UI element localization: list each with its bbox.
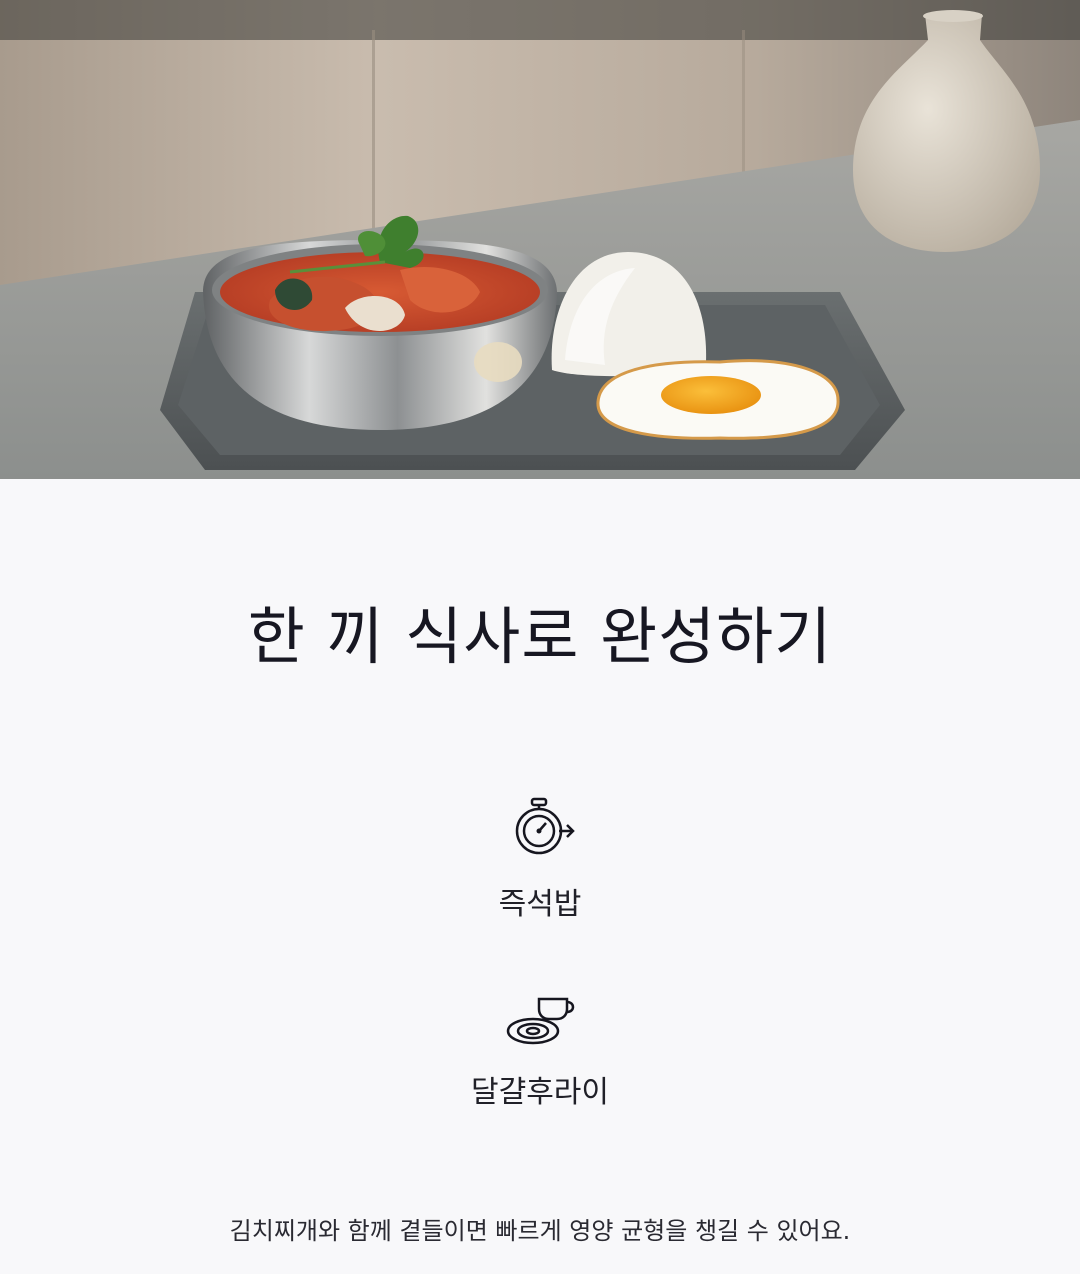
feature-fried-egg: 달걀후라이 [0,985,1080,1111]
page-title: 한 끼 식사로 완성하기 [247,600,833,673]
feature-label: 즉석밥 [498,887,582,922]
stopwatch-arrow-icon [515,797,575,855]
food-photo-illustration [0,0,1080,479]
hero-food-image [0,0,1080,479]
description-text: 김치찌개와 함께 곁들이면 빠르게 영양 균형을 챙길 수 있어요. [229,1217,851,1245]
main-content: 한 끼 식사로 완성하기 즉석밥 달걀후라이 김치찌개와 함께 곁들이면 빠르게… [0,479,1080,1274]
feature-label: 달걀후라이 [471,1075,609,1110]
fried-egg-cup-icon [506,997,575,1045]
feature-instant-rice: 즉석밥 [0,797,1080,923]
